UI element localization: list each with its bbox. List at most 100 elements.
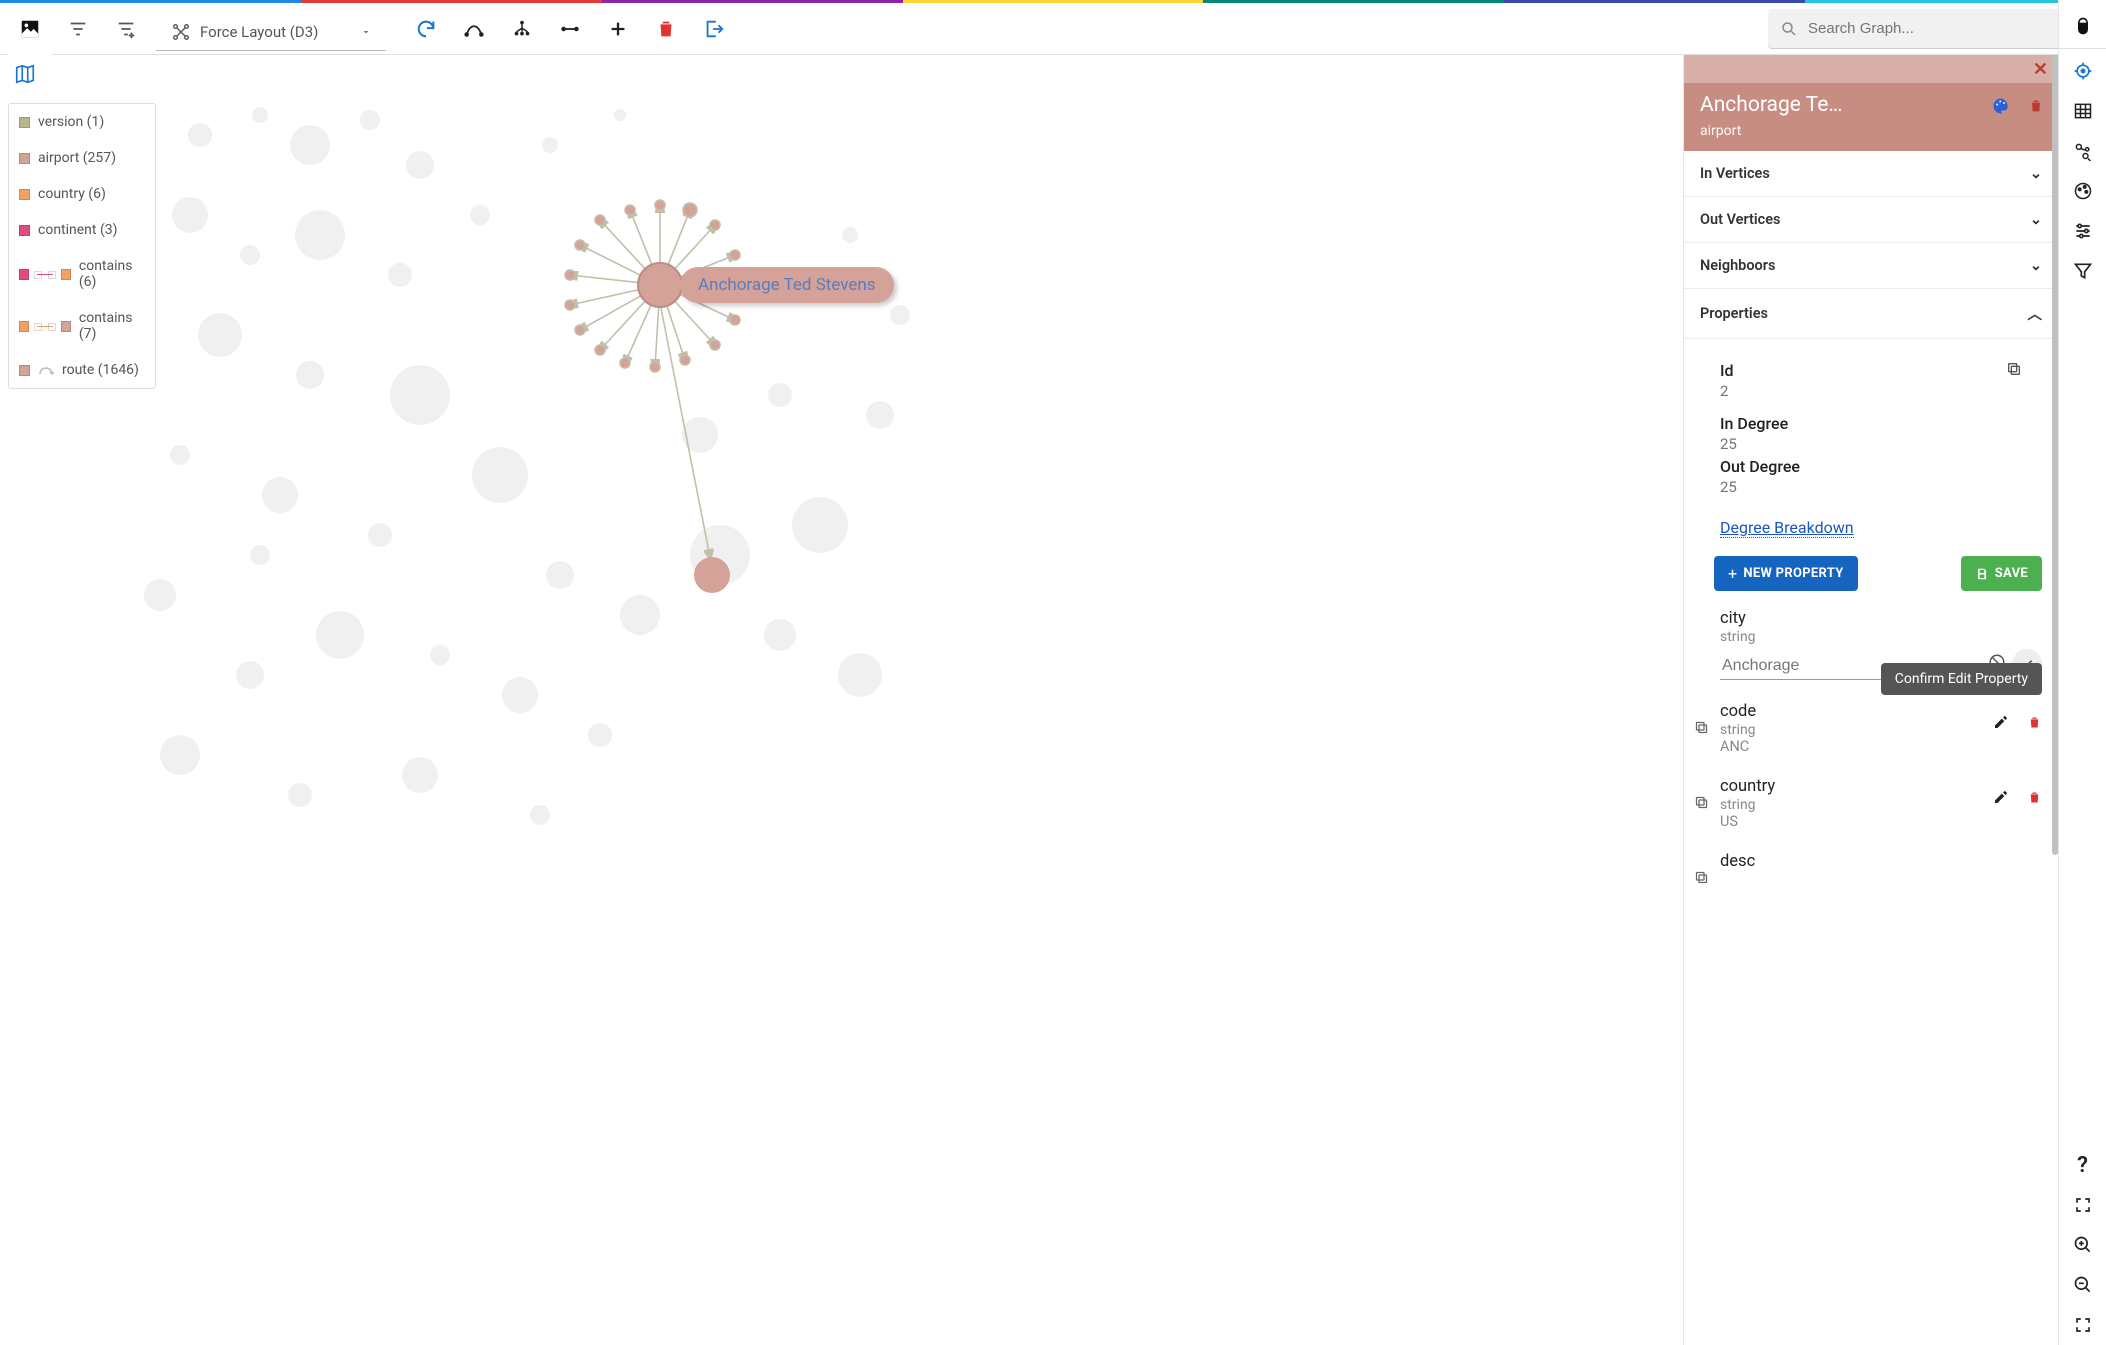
accordion-label: Out Vertices <box>1700 211 1781 228</box>
legend-item[interactable]: country (6) <box>9 176 155 212</box>
style-icon[interactable] <box>2059 171 2106 211</box>
property-name: desc <box>1720 852 1982 871</box>
edit-icon[interactable] <box>1993 789 2009 809</box>
accordion-label: Neighboors <box>1700 257 1775 274</box>
right-rail: ? <box>2058 0 2106 1345</box>
filter-add-icon[interactable] <box>104 3 148 55</box>
property-entry: desc <box>1720 852 2042 871</box>
property-entry: codestringANC <box>1720 702 2042 755</box>
layout-dropdown[interactable]: Force Layout (D3) <box>156 15 386 51</box>
map-icon[interactable] <box>14 63 36 89</box>
close-icon[interactable]: ✕ <box>2033 59 2048 80</box>
property-value: US <box>1720 813 1982 830</box>
property-type: string <box>1720 629 1982 645</box>
panel-header: Anchorage Te… airport <box>1684 83 2058 151</box>
panel-topbar: ✕ <box>1684 55 2058 83</box>
fit-icon[interactable] <box>2059 1305 2106 1345</box>
accordion-neighboors[interactable]: Neighboors ⌄ <box>1684 243 2058 289</box>
search-icon <box>1780 20 1798 38</box>
sliders-icon[interactable] <box>2059 211 2106 251</box>
property-name: city <box>1720 609 1982 628</box>
delete-icon[interactable] <box>2027 790 2042 809</box>
legend-swatch <box>19 365 30 376</box>
trash-icon[interactable] <box>2028 98 2044 118</box>
legend-label: contains (7) <box>79 310 145 342</box>
property-name: code <box>1720 702 1982 721</box>
chevron-up-icon: ︿ <box>2028 303 2043 324</box>
prop-id-label: Id <box>1720 361 2042 380</box>
selected-node-label[interactable]: Anchorage Ted Stevens <box>680 267 894 303</box>
chevron-down-icon <box>360 26 372 38</box>
property-type: string <box>1720 722 1982 738</box>
legend-label: route (1646) <box>62 362 139 378</box>
copy-icon[interactable] <box>1694 720 1709 739</box>
legend-label: country (6) <box>38 186 106 202</box>
legend-item[interactable]: continent (3) <box>9 212 155 248</box>
delete-icon[interactable] <box>2027 715 2042 734</box>
degree-breakdown-link[interactable]: Degree Breakdown <box>1720 518 1854 538</box>
search-input[interactable] <box>1808 20 2064 37</box>
prop-indegree-value: 25 <box>1720 435 2042 453</box>
mouse-icon[interactable] <box>2059 6 2106 46</box>
tree-icon[interactable] <box>498 3 546 55</box>
property-type: string <box>1720 797 1982 813</box>
legend-item[interactable]: airport (257) <box>9 140 155 176</box>
zoom-in-icon[interactable] <box>2059 1225 2106 1265</box>
curve-icon[interactable] <box>450 3 498 55</box>
node-details-panel: ✕ Anchorage Te… airport In Vertices ⌄ Ou… <box>1683 55 2058 1345</box>
legend-item[interactable]: version (1) <box>9 104 155 140</box>
legend-label: continent (3) <box>38 222 118 238</box>
new-property-button[interactable]: + NEW PROPERTY <box>1714 556 1858 591</box>
delete-icon[interactable] <box>642 3 690 55</box>
edge-icon[interactable] <box>546 3 594 55</box>
legend-edge <box>37 326 53 327</box>
legend-item[interactable]: contains (7) <box>9 300 155 352</box>
accordion-in-vertices[interactable]: In Vertices ⌄ <box>1684 151 2058 197</box>
legend-swatch <box>19 269 29 280</box>
legend-panel: version (1) airport (257) country (6) co… <box>8 103 156 389</box>
copy-icon[interactable] <box>2006 361 2022 381</box>
property-entry: countrystringUS <box>1720 777 2042 830</box>
properties-body: Id 2 In Degree 25 Out Degree 25 Degree B… <box>1684 339 2058 1345</box>
help-icon[interactable]: ? <box>2059 1145 2106 1185</box>
search-box[interactable] <box>1768 9 2098 49</box>
accordion-label: Properties <box>1700 305 1768 322</box>
prop-indegree-label: In Degree <box>1720 414 2042 433</box>
filter-icon[interactable] <box>56 3 100 55</box>
add-icon[interactable] <box>594 3 642 55</box>
panel-title: Anchorage Te… <box>1700 93 1992 117</box>
legend-edge <box>37 274 53 275</box>
image-icon[interactable] <box>8 3 52 55</box>
copy-icon[interactable] <box>1694 795 1709 814</box>
zoom-out-icon[interactable] <box>2059 1265 2106 1305</box>
layout-label: Force Layout (D3) <box>200 23 352 41</box>
funnel-icon[interactable] <box>2059 251 2106 291</box>
graph-search-icon[interactable] <box>2059 131 2106 171</box>
fullscreen-icon[interactable] <box>2059 1185 2106 1225</box>
table-icon[interactable] <box>2059 91 2106 131</box>
legend-swatch <box>19 117 30 128</box>
legend-swatch <box>61 269 71 280</box>
palette-icon[interactable] <box>1992 97 2010 119</box>
legend-item[interactable]: contains (6) <box>9 248 155 300</box>
save-button[interactable]: SAVE <box>1961 556 2042 591</box>
legend-swatch <box>19 225 30 236</box>
legend-item[interactable]: route (1646) <box>9 352 155 388</box>
accordion-properties[interactable]: Properties ︿ <box>1684 289 2058 339</box>
locate-icon[interactable] <box>2059 51 2106 91</box>
edit-icon[interactable] <box>1993 714 2009 734</box>
property-name: country <box>1720 777 1982 796</box>
legend-label: contains (6) <box>79 258 145 290</box>
chevron-down-icon: ⌄ <box>2030 257 2042 274</box>
chevron-down-icon: ⌄ <box>2030 165 2042 182</box>
accordion-out-vertices[interactable]: Out Vertices ⌄ <box>1684 197 2058 243</box>
legend-swatch <box>19 189 30 200</box>
prop-outdegree-value: 25 <box>1720 478 2042 496</box>
legend-label: version (1) <box>38 114 104 130</box>
refresh-icon[interactable] <box>402 3 450 55</box>
copy-icon[interactable] <box>1694 870 1709 889</box>
legend-swatch <box>19 321 29 332</box>
prop-outdegree-label: Out Degree <box>1720 457 2042 476</box>
property-value: ANC <box>1720 738 1982 755</box>
export-icon[interactable] <box>690 3 738 55</box>
